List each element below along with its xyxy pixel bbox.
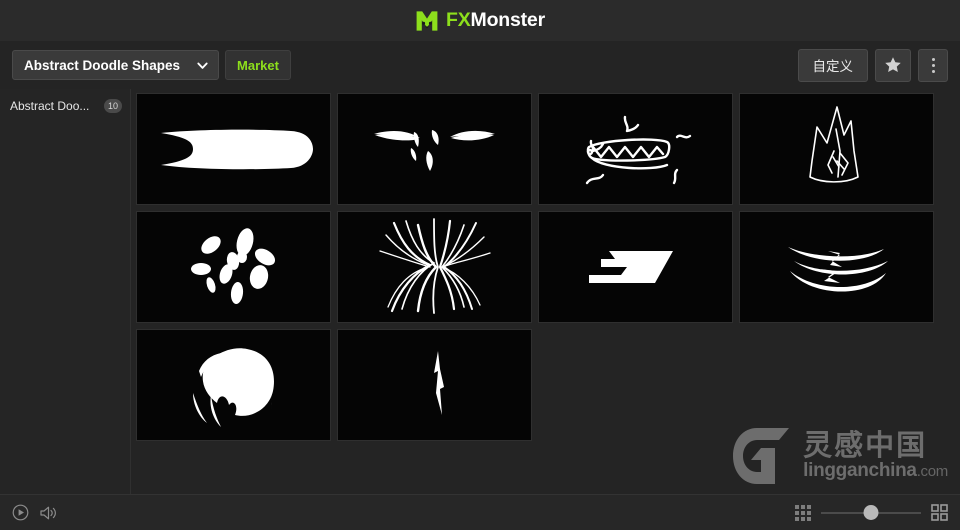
- thumbnail-area: 灵感中国 lingganchina.com: [131, 89, 960, 494]
- playback-controls: [12, 504, 57, 521]
- sidebar-item-badge: 10: [103, 99, 122, 113]
- bottom-bar: [0, 494, 960, 530]
- preset-dropdown[interactable]: Abstract Doodle Shapes: [12, 50, 220, 80]
- grid-3x3-icon[interactable]: [795, 504, 811, 521]
- app-brand: FXMonster: [415, 9, 545, 33]
- kebab-menu-icon: [931, 57, 935, 73]
- fxmonster-window: FXMonster Abstract Doodle Shapes Market …: [0, 0, 960, 530]
- star-icon: [884, 56, 902, 74]
- thumbnail-size-slider[interactable]: [821, 504, 921, 522]
- play-button[interactable]: [12, 504, 29, 521]
- doodle-splatter-thumbnail[interactable]: [136, 211, 331, 323]
- watermark-en-text: lingganchina.com: [803, 459, 949, 482]
- app-title-prefix: FX: [446, 8, 471, 31]
- toolbar-right-group: 自定义: [797, 48, 948, 82]
- preset-dropdown-label: Abstract Doodle Shapes: [24, 57, 181, 73]
- title-bar: FXMonster: [0, 0, 960, 41]
- doodle-teeth-mouth-thumbnail[interactable]: [538, 93, 733, 205]
- chevron-down-icon: [196, 59, 209, 72]
- doodle-tendrils-thumbnail[interactable]: [337, 211, 532, 323]
- slider-handle[interactable]: [863, 505, 879, 520]
- watermark-tld: .com: [916, 462, 949, 480]
- monster-m-logo-icon: [415, 9, 439, 33]
- view-size-controls: [795, 504, 948, 522]
- watermark-domain-name: lingganchina: [803, 459, 917, 481]
- tab-market[interactable]: Market: [225, 50, 291, 80]
- main-body: Abstract Doo... 10 灵感中国 lingganchina.com: [0, 89, 960, 494]
- sidebar-item-label: Abstract Doo...: [10, 99, 90, 113]
- app-title-suffix: Monster: [470, 8, 546, 31]
- customize-button-label: 自定义: [812, 59, 854, 74]
- doodle-brows-thumbnail[interactable]: [337, 93, 532, 205]
- doodle-arcs-thumbnail[interactable]: [739, 211, 934, 323]
- grid-2x2-icon[interactable]: [931, 504, 948, 521]
- doodle-spiky-crown-thumbnail[interactable]: [739, 93, 934, 205]
- doodle-spike-thumbnail[interactable]: [337, 329, 532, 441]
- doodle-arrow-block-thumbnail[interactable]: [538, 211, 733, 323]
- sidebar-item-abstract-doodle[interactable]: Abstract Doo... 10: [0, 93, 130, 119]
- app-title: FXMonster: [446, 8, 546, 31]
- doodle-swipe-bar-thumbnail[interactable]: [136, 93, 331, 205]
- doodle-blob-thumbnail[interactable]: [136, 329, 331, 441]
- more-options-button[interactable]: [918, 48, 948, 82]
- volume-button[interactable]: [39, 505, 57, 521]
- favorite-button[interactable]: [875, 48, 911, 82]
- sidebar: Abstract Doo... 10: [0, 89, 131, 494]
- toolbar-left-group: Abstract Doodle Shapes Market: [12, 50, 291, 80]
- customize-button[interactable]: 自定义: [797, 48, 868, 82]
- toolbar: Abstract Doodle Shapes Market 自定义: [0, 41, 960, 89]
- tab-market-label: Market: [237, 57, 279, 73]
- thumbnail-grid: [136, 93, 960, 441]
